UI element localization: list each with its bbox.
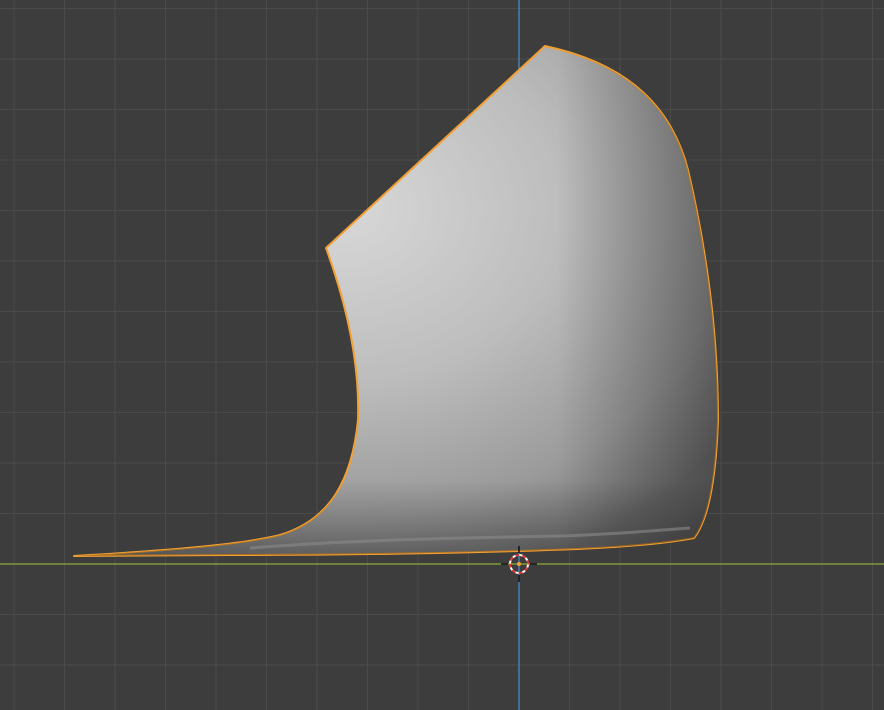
mesh-base-shadow bbox=[74, 46, 718, 556]
viewport-canvas[interactable] bbox=[0, 0, 884, 710]
3d-viewport[interactable] bbox=[0, 0, 884, 710]
selected-mesh-object[interactable] bbox=[73, 45, 719, 557]
